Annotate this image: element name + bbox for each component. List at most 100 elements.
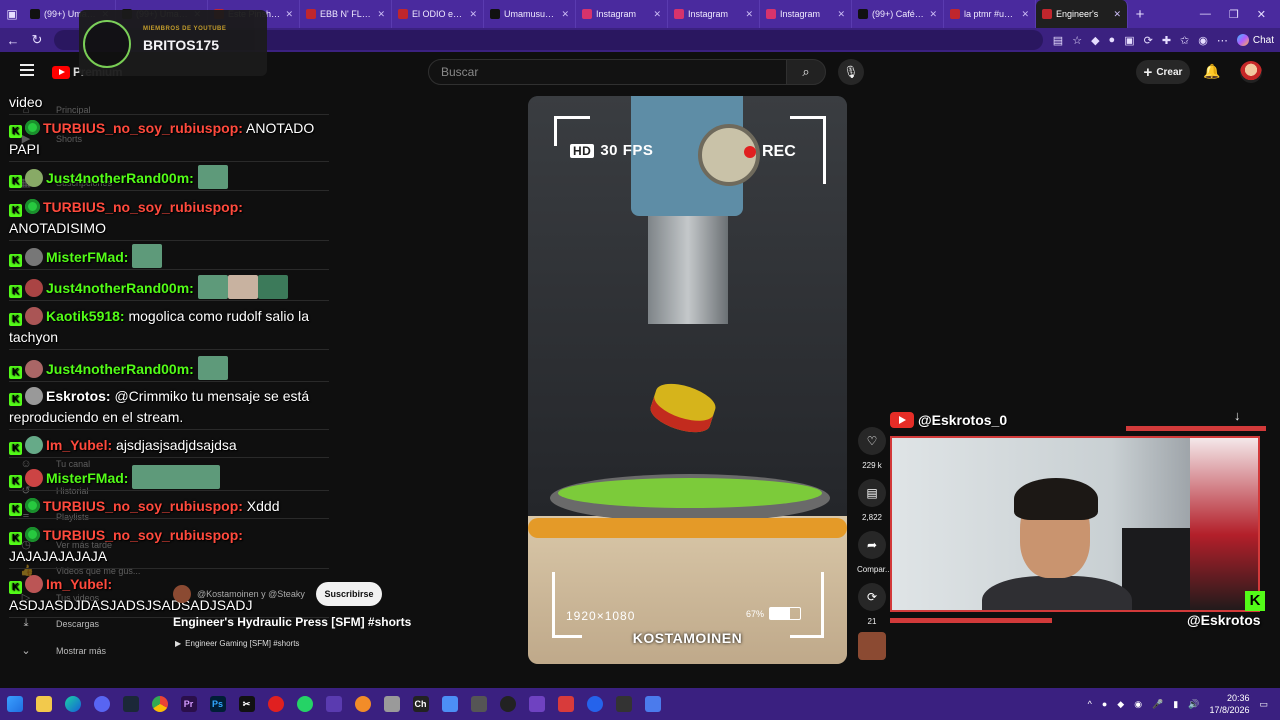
browser-tab[interactable]: Engineer's ✕ (1036, 0, 1128, 28)
close-tab-icon[interactable]: ✕ (929, 9, 937, 20)
taskbar-youtube[interactable] (261, 688, 290, 720)
short-playlist-link[interactable]: ▶ Engineer Gaming [SFM] #shorts (175, 639, 299, 648)
favorite-star-icon[interactable]: ☆ (1072, 34, 1082, 47)
voice-search-button[interactable]: 🎙 (838, 59, 864, 85)
notifications-icon[interactable]: ▭ (1259, 699, 1268, 710)
taskbar-app[interactable] (464, 688, 493, 720)
tray-overflow-icon[interactable]: ^ (1088, 699, 1092, 709)
restore-icon[interactable]: ❐ (1229, 8, 1239, 21)
browser-tab[interactable]: Instagram ✕ (576, 0, 668, 28)
taskbar-chrome[interactable] (145, 688, 174, 720)
taskbar-app[interactable] (551, 688, 580, 720)
close-tab-icon[interactable]: ✕ (745, 9, 753, 20)
browser-tab[interactable]: Instagram ✕ (760, 0, 852, 28)
sidebar-item[interactable]: ⌄ Mostrar más (20, 644, 106, 657)
taskbar-obs[interactable] (493, 688, 522, 720)
close-tab-icon[interactable]: ✕ (1113, 9, 1121, 20)
account-avatar[interactable] (1240, 61, 1262, 83)
menu-icon[interactable] (20, 64, 34, 76)
chat-username[interactable]: Just4notherRand00m: (46, 280, 194, 296)
taskbar-app[interactable] (609, 688, 638, 720)
favorites-icon[interactable]: ✩ (1180, 34, 1189, 47)
taskbar-whatsapp[interactable] (290, 688, 319, 720)
profile-icon[interactable]: ◉ (1198, 34, 1208, 47)
refresh-extension-icon[interactable]: ⟳ (1144, 34, 1153, 47)
browser-tab[interactable]: la ptmr #uman ✕ (944, 0, 1036, 28)
taskbar-app[interactable] (348, 688, 377, 720)
taskbar-capcut[interactable]: ✂ (232, 688, 261, 720)
chat-username[interactable]: TURBIUS_no_soy_rubiuspop: (43, 120, 243, 136)
extension-icon[interactable]: ● (1109, 34, 1116, 46)
start-button[interactable] (0, 688, 29, 720)
chat-username[interactable]: MisterFMad: (46, 249, 128, 265)
browser-tab[interactable]: Umamusume a✕ (484, 0, 576, 28)
close-tab-icon[interactable]: ✕ (561, 9, 569, 20)
copilot-chat-button[interactable]: Chat (1236, 34, 1274, 46)
taskbar-app[interactable] (435, 688, 464, 720)
short-title[interactable]: Engineer's Hydraulic Press [SFM] #shorts (173, 615, 411, 629)
back-icon[interactable]: ← (6, 33, 20, 48)
close-tab-icon[interactable]: ✕ (285, 9, 293, 20)
notifications-bell-icon[interactable]: 🔔 (1203, 63, 1220, 80)
close-tab-icon[interactable]: ✕ (653, 9, 661, 20)
taskbar-app[interactable] (638, 688, 667, 720)
tray-app-icon[interactable]: ● (1102, 699, 1107, 709)
taskbar-vscode[interactable] (319, 688, 348, 720)
chat-username[interactable]: Just4notherRand00m: (46, 361, 194, 377)
taskbar-app[interactable]: Ch (406, 688, 435, 720)
like-button[interactable]: ♡ (858, 427, 886, 455)
browser-tab[interactable]: (99+) Café Café ✕ (852, 0, 944, 28)
taskbar-edge[interactable] (58, 688, 87, 720)
taskbar-app[interactable] (522, 688, 551, 720)
taskbar-file-explorer[interactable] (29, 688, 58, 720)
comments-button[interactable]: ▤ (858, 479, 886, 507)
chat-username[interactable]: Im_Yubel: (46, 437, 112, 453)
extension-icon[interactable]: ▣ (1124, 34, 1134, 47)
sound-thumbnail[interactable] (858, 632, 886, 660)
chat-username[interactable]: Im_Yubel: (46, 576, 112, 592)
more-icon[interactable]: ⋯ (1217, 34, 1228, 47)
taskbar-photoshop[interactable]: Ps (203, 688, 232, 720)
close-tab-icon[interactable]: ✕ (377, 9, 385, 20)
search-button[interactable]: ⌕ (786, 59, 826, 85)
close-tab-icon[interactable]: ✕ (469, 9, 477, 20)
new-tab-button[interactable]: + (1128, 6, 1152, 23)
close-tab-icon[interactable]: ✕ (837, 9, 845, 20)
browser-tab[interactable]: El ODIO entre F ✕ (392, 0, 484, 28)
create-button[interactable]: + Crear (1136, 60, 1190, 84)
reload-icon[interactable]: ↻ (30, 32, 44, 48)
chat-username[interactable]: Just4notherRand00m: (46, 170, 194, 186)
chat-username[interactable]: Eskrotos: (46, 388, 111, 404)
volume-icon[interactable]: 🔊 (1188, 699, 1199, 710)
tab-actions-icon[interactable]: ▣ (0, 0, 24, 28)
network-icon[interactable]: ▮ (1173, 699, 1178, 710)
taskbar-app[interactable] (580, 688, 609, 720)
chat-username[interactable]: MisterFMad: (46, 470, 128, 486)
close-window-icon[interactable]: ✕ (1257, 8, 1266, 21)
chat-username[interactable]: TURBIUS_no_soy_rubiuspop: (43, 498, 243, 514)
share-button[interactable]: ➦ (858, 531, 886, 559)
browser-tab[interactable]: EBB N' FLOW - ✕ (300, 0, 392, 28)
taskbar-app[interactable] (377, 688, 406, 720)
chat-username[interactable]: TURBIUS_no_soy_rubiuspop: (43, 527, 243, 543)
chat-username[interactable]: Kaotik5918: (46, 308, 125, 324)
short-channel-line[interactable]: @Kostamoinen y @Steaky (173, 585, 305, 603)
close-tab-icon[interactable]: ✕ (1021, 9, 1029, 20)
search-input[interactable]: Buscar (428, 59, 788, 85)
reader-icon[interactable]: ▤ (1053, 34, 1063, 47)
next-video-arrow-icon[interactable]: ↓ (1234, 408, 1241, 423)
tray-app-icon[interactable]: ◆ (1117, 699, 1124, 710)
taskbar-steam[interactable] (116, 688, 145, 720)
remix-button[interactable]: ⟳ (858, 583, 886, 611)
minimize-icon[interactable]: — (1200, 8, 1211, 21)
system-clock[interactable]: 20:36 17/8/2026 (1209, 692, 1249, 716)
chat-username[interactable]: TURBIUS_no_soy_rubiuspop: (43, 199, 243, 215)
mic-tray-icon[interactable]: 🎤 (1152, 699, 1163, 710)
taskbar-discord[interactable] (87, 688, 116, 720)
extensions-puzzle-icon[interactable]: ✚ (1162, 34, 1171, 47)
tray-steam-icon[interactable]: ◉ (1134, 699, 1142, 710)
extension-icon[interactable]: ◆ (1091, 34, 1099, 47)
browser-tab[interactable]: Instagram ✕ (668, 0, 760, 28)
taskbar-premiere[interactable]: Pr (174, 688, 203, 720)
subscribe-button[interactable]: Suscribirse (316, 582, 382, 606)
